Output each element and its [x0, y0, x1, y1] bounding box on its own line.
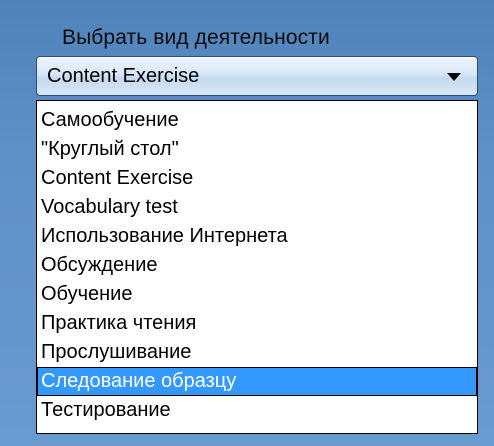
dropdown-item-content-exercise[interactable]: Content Exercise [37, 164, 477, 193]
activity-type-label: Выбрать вид деятельности [62, 26, 330, 49]
activity-type-dropdown-list[interactable]: Самообучение "Круглый стол" Content Exer… [36, 100, 478, 434]
activity-selection-panel: Выбрать вид деятельности Content Exercis… [0, 0, 494, 446]
dropdown-item-testing[interactable]: Тестирование [37, 396, 477, 425]
dropdown-item-round-table[interactable]: "Круглый стол" [37, 135, 477, 164]
dropdown-item-training[interactable]: Обучение [37, 280, 477, 309]
dropdown-item-discussion[interactable]: Обсуждение [37, 251, 477, 280]
dropdown-item-internet-use[interactable]: Использование Интернета [37, 222, 477, 251]
dropdown-item-vocabulary-test[interactable]: Vocabulary test [37, 193, 477, 222]
activity-type-combobox[interactable]: Content Exercise [36, 56, 478, 96]
dropdown-item-following-example[interactable]: Следование образцу [37, 367, 477, 396]
dropdown-item-self-study[interactable]: Самообучение [37, 106, 477, 135]
chevron-down-icon[interactable] [447, 73, 461, 81]
combobox-selected-value: Content Exercise [47, 65, 200, 87]
dropdown-item-reading-practice[interactable]: Практика чтения [37, 309, 477, 338]
dropdown-item-listening[interactable]: Прослушивание [37, 338, 477, 367]
